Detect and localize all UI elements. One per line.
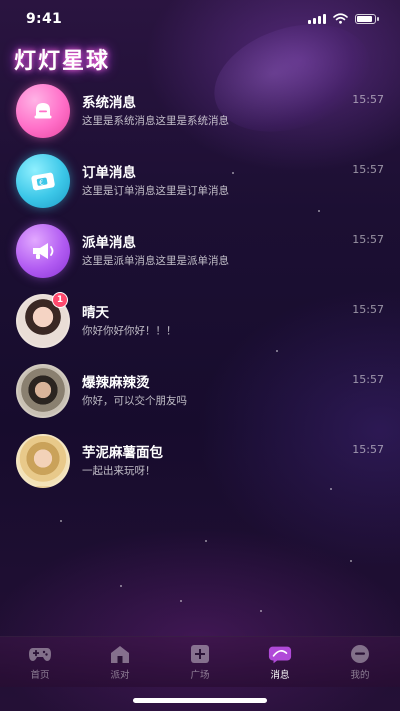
message-item-chat[interactable]: 1 晴天 你好你好你好！！！ 15:57 bbox=[0, 290, 400, 360]
tab-home[interactable]: 首页 bbox=[0, 637, 80, 687]
tab-profile[interactable]: 我的 bbox=[320, 637, 400, 687]
message-time: 15:57 bbox=[352, 93, 384, 106]
tab-label: 我的 bbox=[350, 670, 370, 681]
message-preview: 这里是系统消息这里是系统消息 bbox=[82, 115, 229, 127]
profile-icon bbox=[348, 644, 372, 664]
chat-icon bbox=[268, 644, 292, 664]
status-time: 9:41 bbox=[26, 11, 63, 27]
status-bar: 9:41 bbox=[0, 0, 400, 38]
tab-label: 首页 bbox=[30, 670, 50, 681]
message-preview: 这里是订单消息这里是订单消息 bbox=[82, 185, 229, 197]
message-name: 晴天 bbox=[82, 305, 109, 321]
message-list: 系统消息 这里是系统消息这里是系统消息 15:57 € 订单消息 这里是订单消息… bbox=[0, 80, 400, 500]
message-name: 芋泥麻薯面包 bbox=[82, 445, 163, 461]
message-time: 15:57 bbox=[352, 163, 384, 176]
tab-label: 消息 bbox=[270, 670, 290, 681]
user-avatar bbox=[16, 364, 70, 418]
message-preview: 你好你好你好！！！ bbox=[82, 325, 177, 337]
signal-icon bbox=[308, 13, 326, 24]
house-icon bbox=[108, 644, 132, 664]
tab-bar: 首页 派对 广场 消息 我的 bbox=[0, 636, 400, 687]
message-item-order[interactable]: € 订单消息 这里是订单消息这里是订单消息 15:57 bbox=[0, 150, 400, 220]
tab-messages[interactable]: 消息 bbox=[240, 637, 320, 687]
message-name: 派单消息 bbox=[82, 235, 136, 251]
ticket-icon: € bbox=[16, 154, 70, 208]
tab-party[interactable]: 派对 bbox=[80, 637, 160, 687]
gamepad-icon bbox=[28, 644, 52, 664]
message-item-dispatch[interactable]: 派单消息 这里是派单消息这里是派单消息 15:57 bbox=[0, 220, 400, 290]
message-preview: 你好，可以交个朋友吗 bbox=[82, 395, 187, 407]
message-time: 15:57 bbox=[352, 373, 384, 386]
bell-icon bbox=[16, 84, 70, 138]
home-indicator bbox=[133, 698, 267, 703]
message-item-chat[interactable]: 芋泥麻薯面包 一起出来玩呀！ 15:57 bbox=[0, 430, 400, 500]
tab-label: 派对 bbox=[110, 670, 130, 681]
user-avatar bbox=[16, 434, 70, 488]
message-item-chat[interactable]: 爆辣麻辣烫 你好，可以交个朋友吗 15:57 bbox=[0, 360, 400, 430]
megaphone-icon bbox=[16, 224, 70, 278]
plus-square-icon bbox=[188, 644, 212, 664]
message-name: 爆辣麻辣烫 bbox=[82, 375, 150, 391]
message-name: 系统消息 bbox=[82, 95, 136, 111]
tab-label: 广场 bbox=[190, 670, 210, 681]
tab-square[interactable]: 广场 bbox=[160, 637, 240, 687]
message-preview: 一起出来玩呀！ bbox=[82, 465, 156, 477]
battery-icon bbox=[355, 13, 379, 24]
message-preview: 这里是派单消息这里是派单消息 bbox=[82, 255, 229, 267]
wifi-icon bbox=[333, 13, 348, 24]
message-time: 15:57 bbox=[352, 443, 384, 456]
message-item-system[interactable]: 系统消息 这里是系统消息这里是系统消息 15:57 bbox=[0, 80, 400, 150]
message-time: 15:57 bbox=[352, 303, 384, 316]
app-title: 灯灯星球 bbox=[14, 49, 111, 74]
message-name: 订单消息 bbox=[82, 165, 136, 181]
status-icons bbox=[308, 13, 379, 24]
unread-badge: 1 bbox=[52, 292, 68, 308]
message-time: 15:57 bbox=[352, 233, 384, 246]
